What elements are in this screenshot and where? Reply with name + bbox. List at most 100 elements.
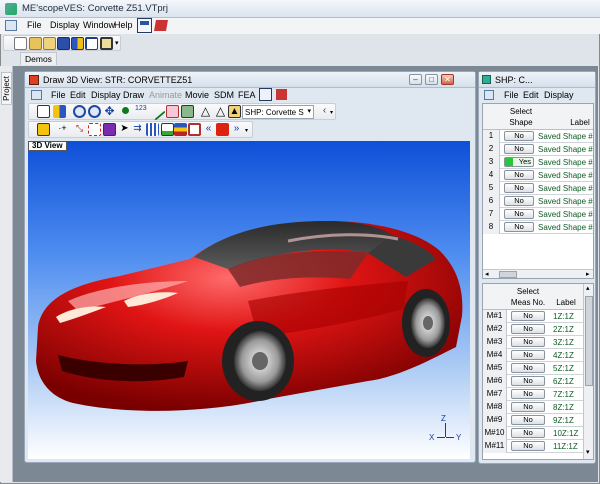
draw-close-button[interactable]: ✕ [441,74,454,85]
draw-menu-display[interactable]: Display [91,90,121,100]
book-icon[interactable] [154,20,168,31]
purple-box-icon[interactable] [103,123,116,136]
draw-book-icon[interactable] [276,89,287,100]
open-icon[interactable] [43,37,56,50]
point-icon[interactable] [122,107,129,114]
select-grid-icon[interactable] [53,105,66,118]
meas-row[interactable]: M#4 No 4Z:1Z [483,349,583,362]
draw-menu-fea[interactable]: FEA [238,90,256,100]
shape-row[interactable]: 2 No Saved Shape # 2 [483,143,593,156]
meas-select-button[interactable]: No [511,376,545,386]
meas-select-button[interactable]: No [511,441,545,451]
grid-red-icon[interactable] [88,123,101,136]
move-icon[interactable]: ✥ [103,105,116,118]
shape-row[interactable]: 8 No Saved Shape # 8 [483,221,593,234]
shape-row[interactable]: 6 No Saved Shape # 6 [483,195,593,208]
shape-select-button[interactable]: No [504,131,534,141]
shp-menu-icon[interactable] [484,90,494,100]
stop-icon[interactable] [216,123,229,136]
draw-menu-animate[interactable]: Animate [149,90,182,100]
meas-row[interactable]: M#2 No 2Z:1Z [483,323,583,336]
arrows-icon[interactable]: ⤡ [73,123,86,136]
vscroll-down-icon[interactable]: ▾ [586,448,590,456]
triangle-alt-icon[interactable]: △ [214,105,227,118]
forward-icon[interactable]: » [230,123,243,136]
meas-select-button[interactable]: No [511,337,545,347]
menu-window[interactable]: Window [83,20,115,30]
tile-icon[interactable] [85,37,98,50]
shape-select-button[interactable]: No [504,196,534,206]
meas-row[interactable]: M#8 No 8Z:1Z [483,401,583,414]
meas-row[interactable]: M#5 No 5Z:1Z [483,362,583,375]
menu-display[interactable]: Display [50,20,80,30]
draw-toolbar-2-more-icon[interactable]: ▾ [245,127,248,134]
shape-select-button[interactable]: No [504,170,534,180]
zoom-in-icon[interactable] [73,105,86,118]
meas-row[interactable]: M#1 No 1Z:1Z [483,310,583,323]
hscroll-left-icon[interactable]: ◂ [485,270,489,278]
shape-row[interactable]: 3 Yes Saved Shape # 3 [483,156,593,169]
draw-menu-icon[interactable] [31,90,42,100]
line-icon[interactable] [147,102,166,121]
shape-row[interactable]: 1 No Saved Shape # 1 [483,130,593,143]
shp-menu-display[interactable]: Display [544,90,574,100]
shape-select-button[interactable]: No [504,144,534,154]
meas-select-button[interactable]: No [511,311,545,321]
desktop-icon[interactable] [137,18,152,33]
shp-select[interactable]: SHP: Corvette S ▾ [242,105,314,119]
draw-menu-file[interactable]: File [51,90,66,100]
shape-row[interactable]: 4 No Saved Shape # 4 [483,169,593,182]
mdi-doc-icon[interactable] [5,20,17,31]
meas-vscroll[interactable]: ▴ ▾ [583,284,593,459]
shape-select-button[interactable]: No [504,222,534,232]
toolbar-dropdown-icon[interactable]: ▾ [115,39,119,47]
path-icon[interactable]: ⇉ [131,123,144,136]
shape-select-button[interactable]: Yes [504,157,534,167]
hscroll-right-icon[interactable]: ▸ [586,270,590,278]
draw-menu-movie[interactable]: Movie [185,90,209,100]
pointer-icon[interactable]: ➤ [118,123,131,136]
mesh-icon[interactable] [181,105,194,118]
open-folder-icon[interactable] [29,37,42,50]
demos-tab[interactable]: Demos [20,52,57,65]
meas-select-button[interactable]: No [511,324,545,334]
file-types-icon[interactable] [71,37,84,50]
draw-maximize-button[interactable]: □ [425,74,438,85]
meas-select-button[interactable]: No [511,350,545,360]
draw-window-btn-icon[interactable] [259,88,272,101]
shp-menu-file[interactable]: File [504,90,519,100]
meas-row[interactable]: M#7 No 7Z:1Z [483,388,583,401]
meas-row[interactable]: M#10 No 10Z:1Z [483,427,583,440]
menu-help[interactable]: Help [114,20,133,30]
project-tab[interactable]: Project [1,72,12,105]
triangle-fill-icon[interactable]: ▲ [228,105,241,118]
meas-select-button[interactable]: No [511,363,545,373]
shape-row[interactable]: 7 No Saved Shape # 7 [483,208,593,221]
draw-menu-sdm[interactable]: SDM [214,90,234,100]
shape-select-button[interactable]: No [504,209,534,219]
meas-row[interactable]: M#3 No 3Z:1Z [483,336,583,349]
new-icon[interactable] [14,37,27,50]
meas-row[interactable]: M#6 No 6Z:1Z [483,375,583,388]
meas-select-button[interactable]: No [511,402,545,412]
chart-icon[interactable] [161,123,174,136]
shape-row[interactable]: 5 No Saved Shape # 5 [483,182,593,195]
shape-table-hscroll[interactable]: ◂ ▸ [483,269,593,278]
erase-icon[interactable] [37,105,50,118]
meas-select-button[interactable]: No [511,389,545,399]
surface-icon[interactable] [166,105,179,118]
meas-row[interactable]: M#9 No 9Z:1Z [483,414,583,427]
draw-menu-edit[interactable]: Edit [70,90,86,100]
vscroll-up-icon[interactable]: ▴ [586,284,590,292]
meas-select-button[interactable]: No [511,428,545,438]
animation-mode-icon[interactable] [37,123,50,136]
shp-menu-edit[interactable]: Edit [523,90,539,100]
meas-row[interactable]: M#11 No 11Z:1Z [483,440,583,453]
monitor-icon[interactable] [188,123,201,136]
rewind-icon[interactable]: « [202,123,215,136]
draw-toolbar-1-more-icon[interactable]: ▾ [330,109,333,116]
draw-menu-draw[interactable]: Draw [123,90,144,100]
number-icon[interactable]: 123 [135,105,148,118]
hscroll-thumb[interactable] [499,271,517,278]
triangle-icon[interactable]: △ [199,105,212,118]
